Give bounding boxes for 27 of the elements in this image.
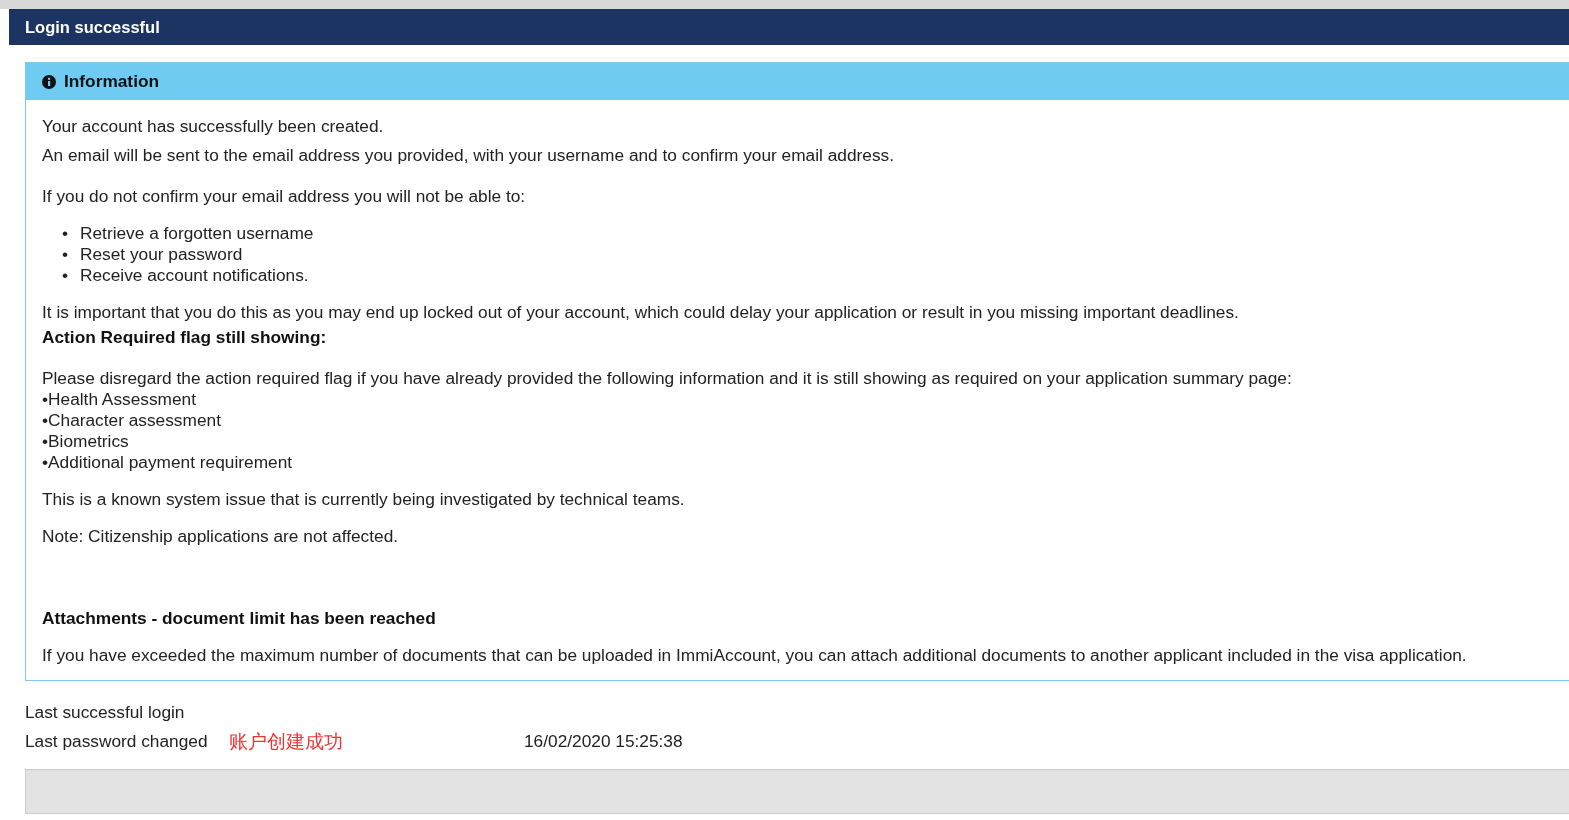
- message-text: Please disregard the action required flag if you have already provided the following information and it is still showing as required on your application summary page:: [42, 368, 1293, 389]
- section-heading: Attachments - document limit has been reached: [42, 607, 437, 629]
- date-value: 16/02/2020 15:25:38: [524, 731, 683, 752]
- section-heading: Action Required flag still showing:: [42, 326, 328, 349]
- message-text: It is important that you do this as you may end up locked out of your account, which could delay your application or result in you missing important deadlines.: [42, 302, 1240, 323]
- message-text: Your account has successfully been created.: [42, 115, 385, 138]
- message-text: An email will be sent to the email address you provided, with your username and to confirm your email address.: [42, 144, 895, 167]
- info-icon: [42, 74, 56, 89]
- info-label: Last successful login: [25, 702, 186, 723]
- list-item: •Additional payment requirement: [42, 452, 294, 473]
- panel-title: Information: [64, 71, 160, 92]
- info-label: Last password changed: [25, 731, 209, 752]
- list-item: Receive account notifications.: [80, 265, 309, 286]
- list-item: •Character assessment: [42, 410, 222, 431]
- list-item: Retrieve a forgotten username: [80, 223, 314, 244]
- bullet-mark: •: [62, 223, 70, 244]
- message-text: This is a known system issue that is currently being investigated by technical teams.: [42, 489, 686, 510]
- list-item: Reset your password: [80, 244, 243, 265]
- message-text: Note: Citizenship applications are not affected.: [42, 526, 400, 547]
- page-title: Login successful: [25, 17, 160, 37]
- list-item: •Biometrics: [42, 431, 130, 452]
- message-text: If you have exceeded the maximum number of documents that can be uploaded in ImmiAccount, you can attach additional documents to another applicant included in the visa application.: [42, 645, 1468, 666]
- annotation-text: 账户创建成功: [229, 729, 344, 754]
- bullet-mark: •: [62, 265, 70, 286]
- list-item: •Health Assessment: [42, 389, 197, 410]
- bullet-mark: •: [62, 244, 70, 265]
- message-text: If you do not confirm your email address you will not be able to:: [42, 186, 527, 207]
